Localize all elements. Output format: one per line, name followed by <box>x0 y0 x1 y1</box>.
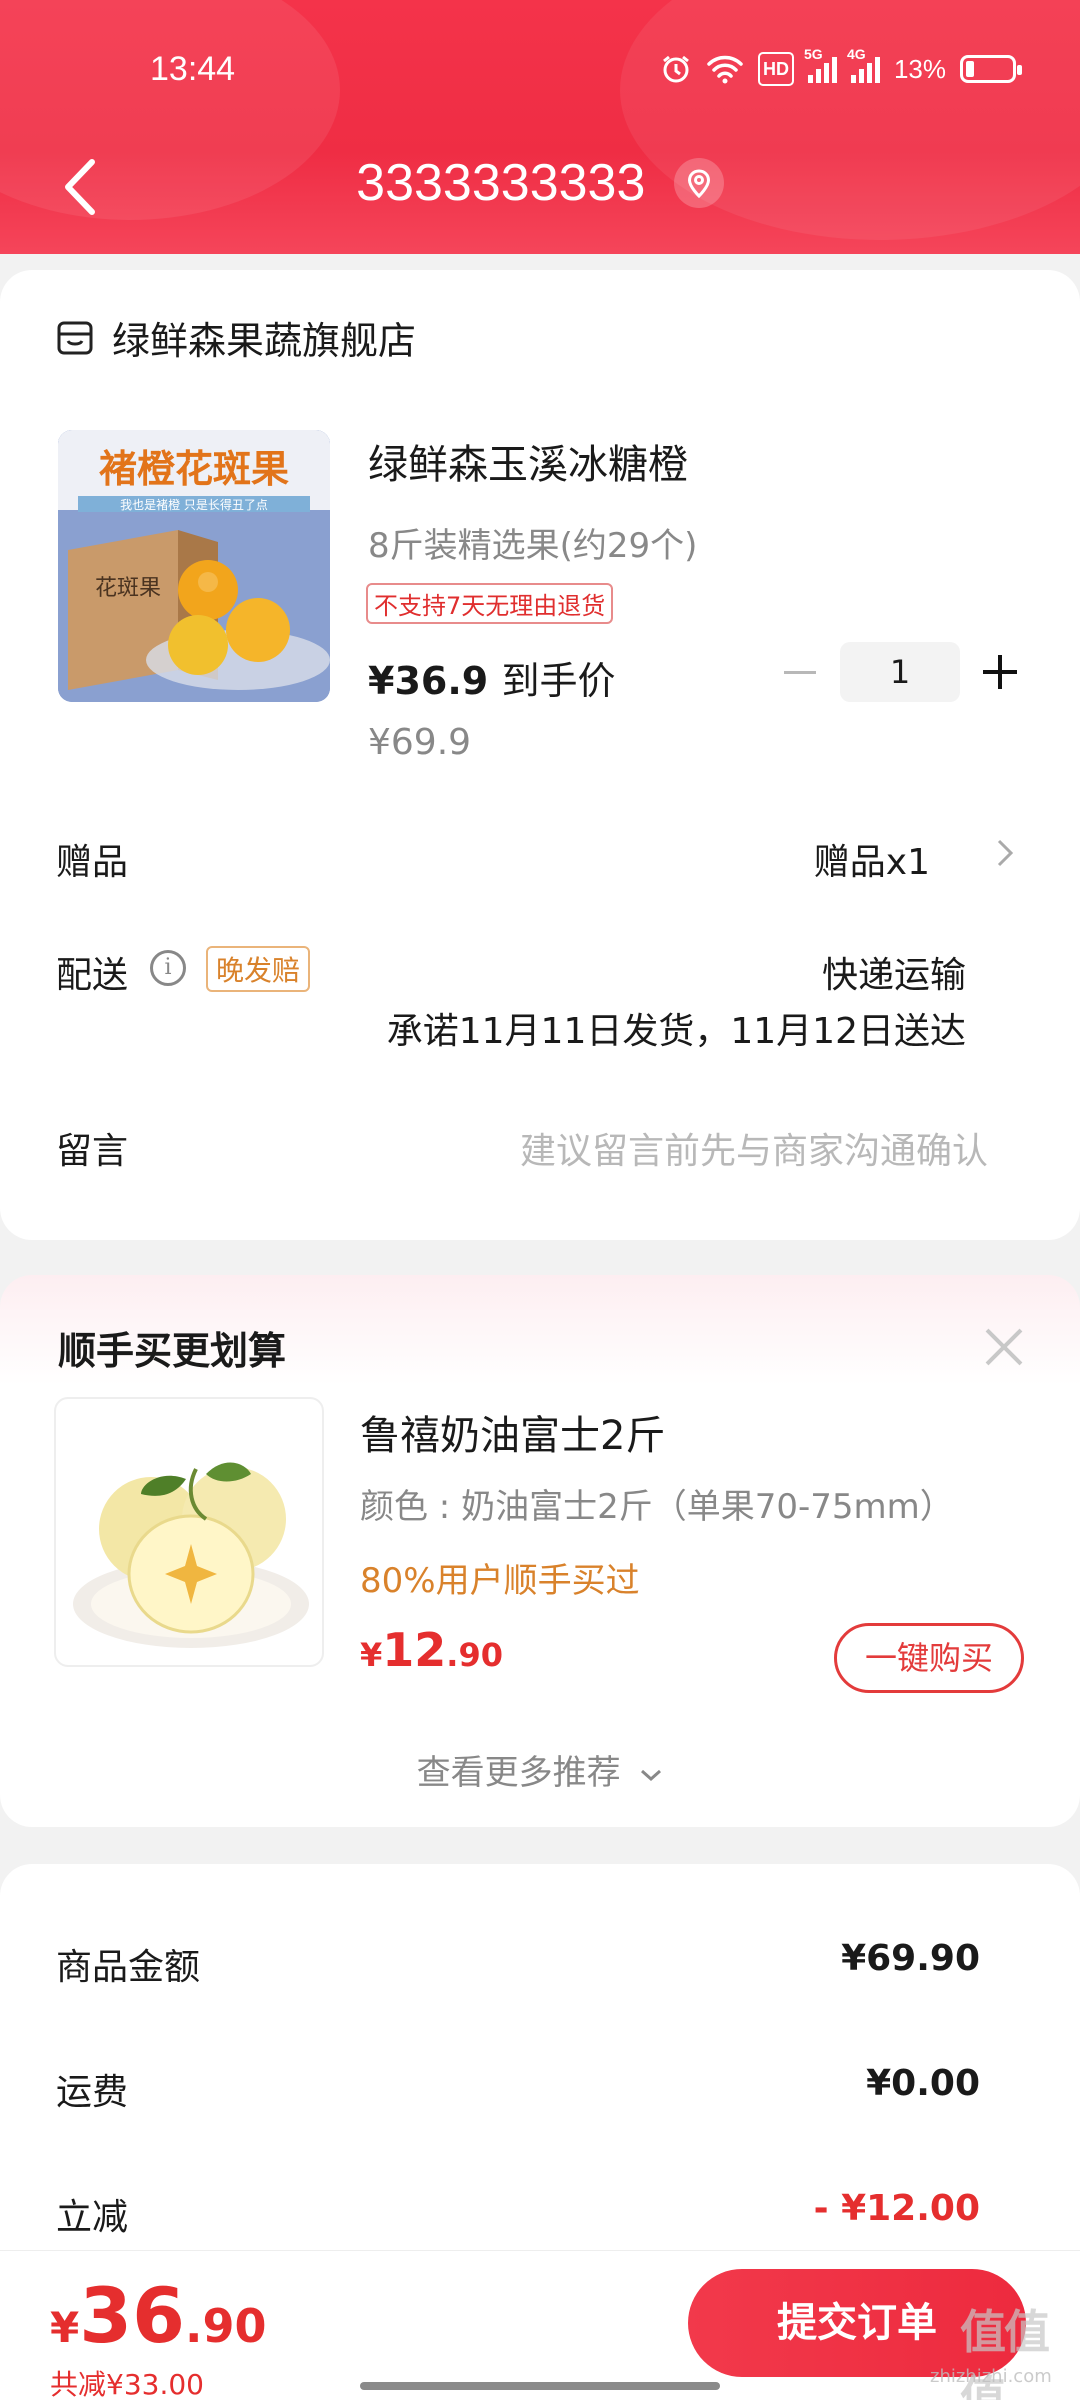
box-label: 花斑果 <box>95 576 161 601</box>
delivery-type: 快递运输 <box>821 955 966 996</box>
return-policy-tag: 不支持7天无理由退货 <box>366 583 614 624</box>
summary-value: ¥0.00 <box>866 2063 980 2104</box>
total-price: ¥36.90 <box>50 2271 267 2360</box>
alarm-icon <box>660 52 692 86</box>
quantity-input[interactable]: 1 <box>840 642 960 702</box>
battery-icon <box>960 52 1022 86</box>
close-icon[interactable] <box>984 1327 1024 1367</box>
one-click-buy-button[interactable]: 一键购买 <box>834 1623 1024 1693</box>
battery-percent: 13% <box>893 53 946 84</box>
more-recommendations-link[interactable]: 查看更多推荐 <box>0 1745 1080 1794</box>
nav-bar: 3333333333 <box>0 140 1080 230</box>
checkout-bar: ¥36.90 共减¥33.00 提交订单 <box>0 2250 1080 2400</box>
info-icon[interactable]: i <box>150 950 186 986</box>
header: 13:44 HD 5G 4G 13% 3333333333 <box>0 0 1080 254</box>
price-suffix: 到手价 <box>501 659 616 703</box>
product-name[interactable]: 绿鲜森玉溪冰糖橙 <box>368 432 688 490</box>
summary-value: ¥69.90 <box>841 1938 980 1979</box>
summary-label: 立减 <box>56 2197 129 2238</box>
product-image[interactable]: 褚橙花斑果 我也是褚橙 只是长得丑了点 花斑果 <box>58 430 330 702</box>
recommend-product-image[interactable] <box>54 1397 324 1667</box>
gift-value[interactable]: 赠品x1 <box>814 833 930 885</box>
summary-row-shipping: 运费 ¥0.00 <box>56 2063 980 2115</box>
summary-label: 商品金额 <box>56 1947 201 1988</box>
quantity-stepper: 1 <box>780 642 1020 702</box>
increase-button[interactable] <box>980 652 1020 692</box>
store-icon <box>57 321 93 354</box>
total-saved[interactable]: 共减¥33.00 <box>50 2363 204 2400</box>
original-price: ¥69.9 <box>368 722 472 763</box>
recommend-product-spec: 颜色 : 奶油富士2斤（单果70-75mm） <box>360 1487 954 1527</box>
signal-5g-icon: 5G <box>804 46 837 86</box>
location-button[interactable] <box>673 158 724 209</box>
shop-header[interactable]: 绿鲜森果蔬旗舰店 <box>56 310 416 365</box>
status-bar: 13:44 HD 5G 4G 13% <box>0 40 1080 100</box>
product-spec: 8斤装精选果(约29个) <box>368 526 698 566</box>
order-card: 绿鲜森果蔬旗舰店 褚橙花斑果 我也是褚橙 只是长得丑了点 花斑果 绿鲜森玉溪冰糖… <box>0 270 1080 1240</box>
chevron-right-icon[interactable] <box>994 836 1016 870</box>
delivery-promise: 承诺11月11日发货，11月12日送达 <box>386 1011 966 1052</box>
watermark-url: zhizhizhi.com <box>930 2366 1052 2387</box>
status-icons: HD 5G 4G 13% <box>660 46 1022 86</box>
summary-label: 运费 <box>56 2072 129 2113</box>
delivery-label: 配送 <box>56 955 129 996</box>
phone-number: 3333333333 <box>356 154 646 213</box>
recommend-card: 顺手买更划算 鲁禧奶油富士2斤 颜色 : 奶油富士2斤（单果70-75mm） 8… <box>0 1275 1080 1827</box>
chevron-down-icon <box>641 1769 662 1781</box>
summary-row-discount: 立减 - ¥12.00 <box>56 2188 980 2240</box>
late-compensation-badge: 晚发赔 <box>206 946 311 992</box>
price-value: ¥36.9 <box>368 659 489 703</box>
product-image-title: 褚橙花斑果 <box>99 447 289 491</box>
recommend-title: 顺手买更划算 <box>58 1329 287 1373</box>
signal-4g-icon: 4G <box>847 46 880 86</box>
recommend-product-name[interactable]: 鲁禧奶油富士2斤 <box>360 1403 665 1461</box>
gift-label: 赠品 <box>56 842 129 883</box>
hd-icon: HD <box>757 52 794 86</box>
page-title: 3333333333 <box>0 150 1080 213</box>
wifi-icon <box>706 52 744 86</box>
location-pin-icon <box>687 169 710 199</box>
message-input[interactable]: 建议留言前先与商家沟通确认 <box>520 1122 988 1174</box>
product-image-subtitle: 我也是褚橙 只是长得丑了点 <box>120 497 268 512</box>
shop-name: 绿鲜森果蔬旗舰店 <box>112 319 417 363</box>
home-indicator[interactable] <box>360 2382 720 2390</box>
summary-value: - ¥12.00 <box>813 2188 980 2229</box>
decrease-button[interactable] <box>780 652 820 692</box>
summary-row-goods: 商品金额 ¥69.90 <box>56 1938 980 1990</box>
message-label: 留言 <box>56 1131 129 1172</box>
recommend-price: ¥12.90 <box>360 1623 503 1677</box>
product-price: ¥36.9 到手价 <box>368 650 615 705</box>
recommend-purchase-stat: 80%用户顺手买过 <box>360 1561 640 1601</box>
status-time: 13:44 <box>150 50 236 88</box>
